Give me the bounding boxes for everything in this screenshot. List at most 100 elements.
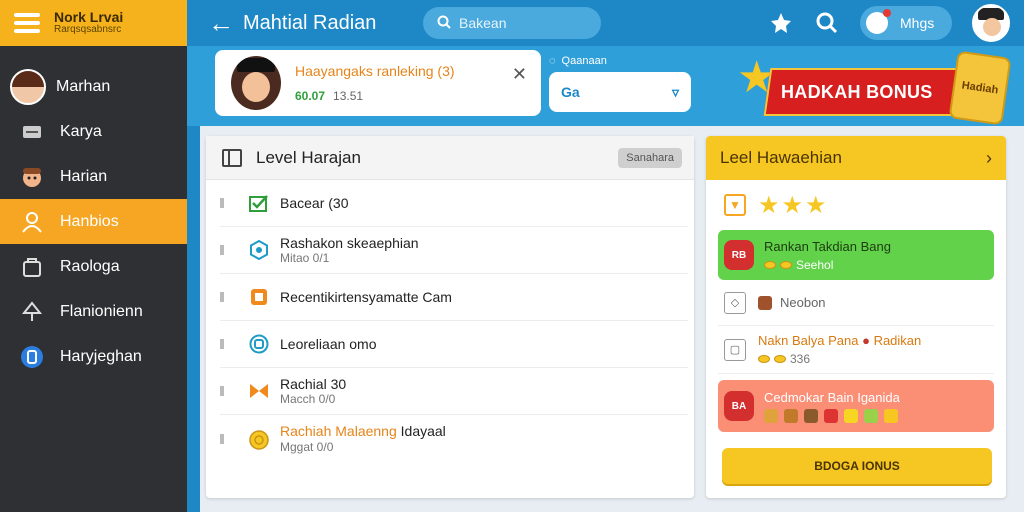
reward-item[interactable]: ◇ Neobon xyxy=(718,280,994,326)
treasure-chest-icon: Hadiah xyxy=(948,50,1012,126)
brand-subtitle: Rarqsqsabnsrc xyxy=(54,24,122,36)
claim-bonus-button[interactable]: BDOGA IONUS xyxy=(722,448,992,484)
search-icon[interactable] xyxy=(814,10,840,36)
task-label: Leoreliaan omo xyxy=(280,335,377,352)
task-row[interactable]: Rashakon skeaephian Mitao 0/1 xyxy=(220,227,688,274)
drag-handle xyxy=(220,245,224,255)
food-icon xyxy=(804,408,818,423)
check-icon xyxy=(248,192,270,214)
coin-icon xyxy=(248,428,270,450)
sort-button[interactable]: Sanahara xyxy=(618,147,682,168)
puzzle-icon xyxy=(248,286,270,308)
drag-handle xyxy=(220,386,224,396)
task-row[interactable]: Bacear (30 xyxy=(220,180,688,227)
task-label: Bacear (30 xyxy=(280,194,349,211)
sidebar: Nork Lrvai Rarqsqsabnsrc Marhan Karya Ha… xyxy=(0,0,187,512)
task-row[interactable]: Recentikirtensyamatte Cam xyxy=(220,274,688,321)
search-input[interactable]: Bakean xyxy=(423,7,601,39)
drag-handle xyxy=(220,292,224,302)
task-sub: Macch 0/0 xyxy=(280,392,336,407)
code-select[interactable]: Ga ▿ xyxy=(549,72,691,112)
drag-handle xyxy=(220,339,224,349)
task-row[interactable]: Rachial 30 Macch 0/0 xyxy=(220,368,688,415)
player-points: 60.07 xyxy=(295,89,326,103)
food-icon xyxy=(784,408,798,423)
card-icon xyxy=(18,118,46,146)
code-box: ◌ Qaanaan Ga ▿ xyxy=(549,50,691,114)
sidebar-item-label: Hanbios xyxy=(60,212,119,230)
brand-title: Nork Lrvai xyxy=(54,9,124,26)
task-row[interactable]: Rachiah Malaenng Idayaal Mggat 0/0 xyxy=(220,415,688,462)
bonus-banner[interactable]: ★ HADKAH BONUS Hadiah xyxy=(737,50,1021,126)
sidebar-item-label: Harian xyxy=(60,167,108,185)
blue-badge-icon xyxy=(18,343,46,371)
sidebar-item-raologa[interactable]: Raologa xyxy=(0,244,187,289)
reward-card-header[interactable]: Leel Hawaehian › xyxy=(706,136,1006,180)
avatar xyxy=(10,68,46,105)
link-icon: ◌ xyxy=(549,55,556,67)
reward-title: Cedmokar Bain Iganida xyxy=(764,389,900,405)
sidebar-item-marhan[interactable]: Marhan xyxy=(0,64,187,109)
food-icon xyxy=(758,295,772,310)
close-icon[interactable]: ✕ xyxy=(512,64,527,85)
sidebar-item-label: Haryjeghan xyxy=(60,347,142,365)
task-sub: Mitao 0/1 xyxy=(280,251,330,266)
level-card-header: Level Harajan Sanahara xyxy=(206,136,694,180)
reward-sub: Seehol xyxy=(796,257,834,272)
character-icon xyxy=(18,163,46,191)
bag-icon xyxy=(18,253,46,281)
task-label: Rashakon skeaephian xyxy=(280,234,419,251)
bracket-icon: ▢ xyxy=(724,338,746,361)
reward-item[interactable]: ▢ Nakn Balya Pana ● Radikan 336 xyxy=(718,326,994,374)
chest-label: Hadiah xyxy=(960,79,1000,97)
level-card: Level Harajan Sanahara Bacear (30 Rashak… xyxy=(206,136,694,498)
bow-icon xyxy=(248,380,270,402)
task-label: Rachiah Malaenng xyxy=(280,423,397,440)
task-label-suffix: Idayaal xyxy=(400,423,446,440)
user-chip-label: Mhgs xyxy=(900,15,935,31)
red-dot-icon: ● xyxy=(862,333,870,348)
task-label: Recentikirtensyamatte Cam xyxy=(280,288,452,305)
reward-badge-icon: BA xyxy=(724,391,754,421)
player-card: Haayangaks ranleking (3) 60.07 13.51 ✕ xyxy=(215,50,541,116)
coin-icon xyxy=(780,260,792,269)
stars-row: ▼ ★★★ xyxy=(706,180,1006,230)
tree-icon xyxy=(18,298,46,326)
main-panel: Level Harajan Sanahara Bacear (30 Rashak… xyxy=(200,126,1024,512)
sidebar-item-harian[interactable]: Harian xyxy=(0,154,187,199)
reward-title: Rankan Takdian Bang xyxy=(764,238,891,254)
sidebar-item-flanionienn[interactable]: Flanionienn xyxy=(0,289,187,334)
sidebar-item-hanbios[interactable]: Hanbios xyxy=(0,199,187,244)
brand: Nork Lrvai Rarqsqsabnsrc xyxy=(54,10,123,35)
badge-star-icon[interactable] xyxy=(768,10,794,36)
checkbox-icon[interactable]: ▼ xyxy=(724,194,746,216)
sidebar-item-label: Marhan xyxy=(56,77,111,95)
hamburger-menu-icon[interactable] xyxy=(14,13,40,33)
sidebar-item-haryjeghan[interactable]: Haryjeghan xyxy=(0,334,187,379)
reward-title: Nakn Balya Pana xyxy=(758,333,859,348)
reward-label: Neobon xyxy=(780,295,826,310)
chevron-down-icon: ▿ xyxy=(671,83,679,100)
reward-title-suffix: Radikan xyxy=(873,333,922,348)
food-icon xyxy=(844,408,858,423)
coin-icon xyxy=(774,355,786,363)
back-arrow-icon[interactable]: ← xyxy=(201,3,241,43)
hexagon-icon xyxy=(248,239,270,261)
task-sub: Mggat 0/0 xyxy=(280,439,334,454)
food-icon xyxy=(764,408,778,423)
sidebar-item-label: Karya xyxy=(60,122,102,140)
book-icon xyxy=(222,148,242,167)
reward-card-title: Leel Hawaehian xyxy=(720,148,842,167)
drag-handle xyxy=(220,433,224,444)
reward-item[interactable]: RB Rankan Takdian Bang Seehol xyxy=(718,230,994,280)
sidebar-header: Nork Lrvai Rarqsqsabnsrc xyxy=(0,0,187,46)
banner: Haayangaks ranleking (3) 60.07 13.51 ✕ ◌ Q… xyxy=(187,46,1024,126)
sidebar-item-karya[interactable]: Karya xyxy=(0,109,187,154)
profile-avatar[interactable] xyxy=(972,4,1010,42)
lock-icon: ◇ xyxy=(724,291,746,314)
reward-item[interactable]: BA Cedmokar Bain Iganida xyxy=(718,380,994,432)
player-meta: 13.51 xyxy=(333,89,364,103)
task-row[interactable]: Leoreliaan omo xyxy=(220,321,688,368)
drag-handle xyxy=(220,198,224,208)
user-chip[interactable]: Mhgs xyxy=(860,6,952,40)
